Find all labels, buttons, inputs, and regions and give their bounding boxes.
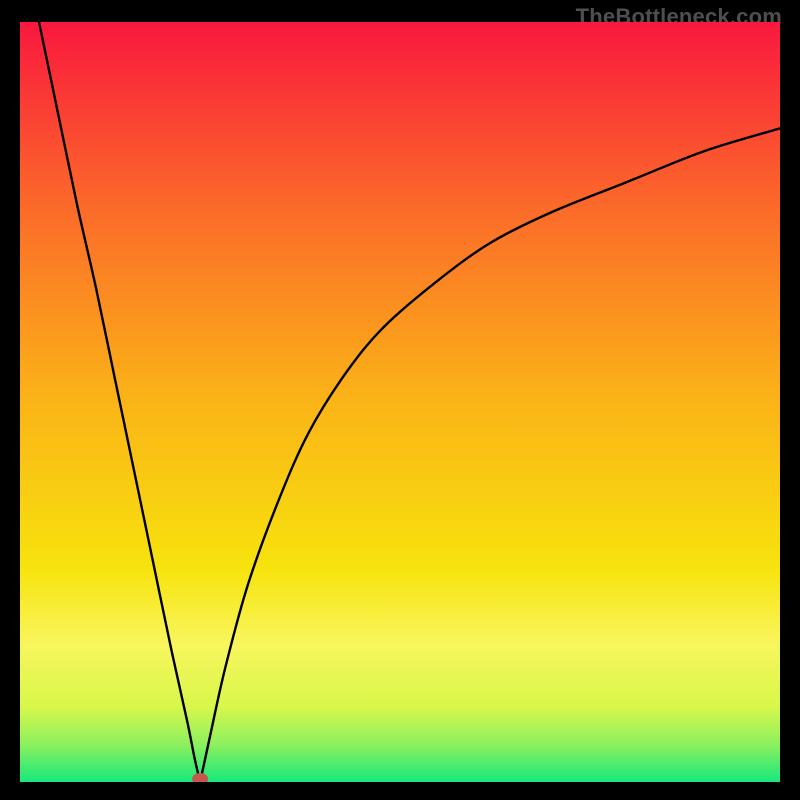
gradient-background-chart: [20, 22, 780, 782]
chart-container: [20, 22, 780, 782]
gradient-rect: [20, 22, 780, 782]
